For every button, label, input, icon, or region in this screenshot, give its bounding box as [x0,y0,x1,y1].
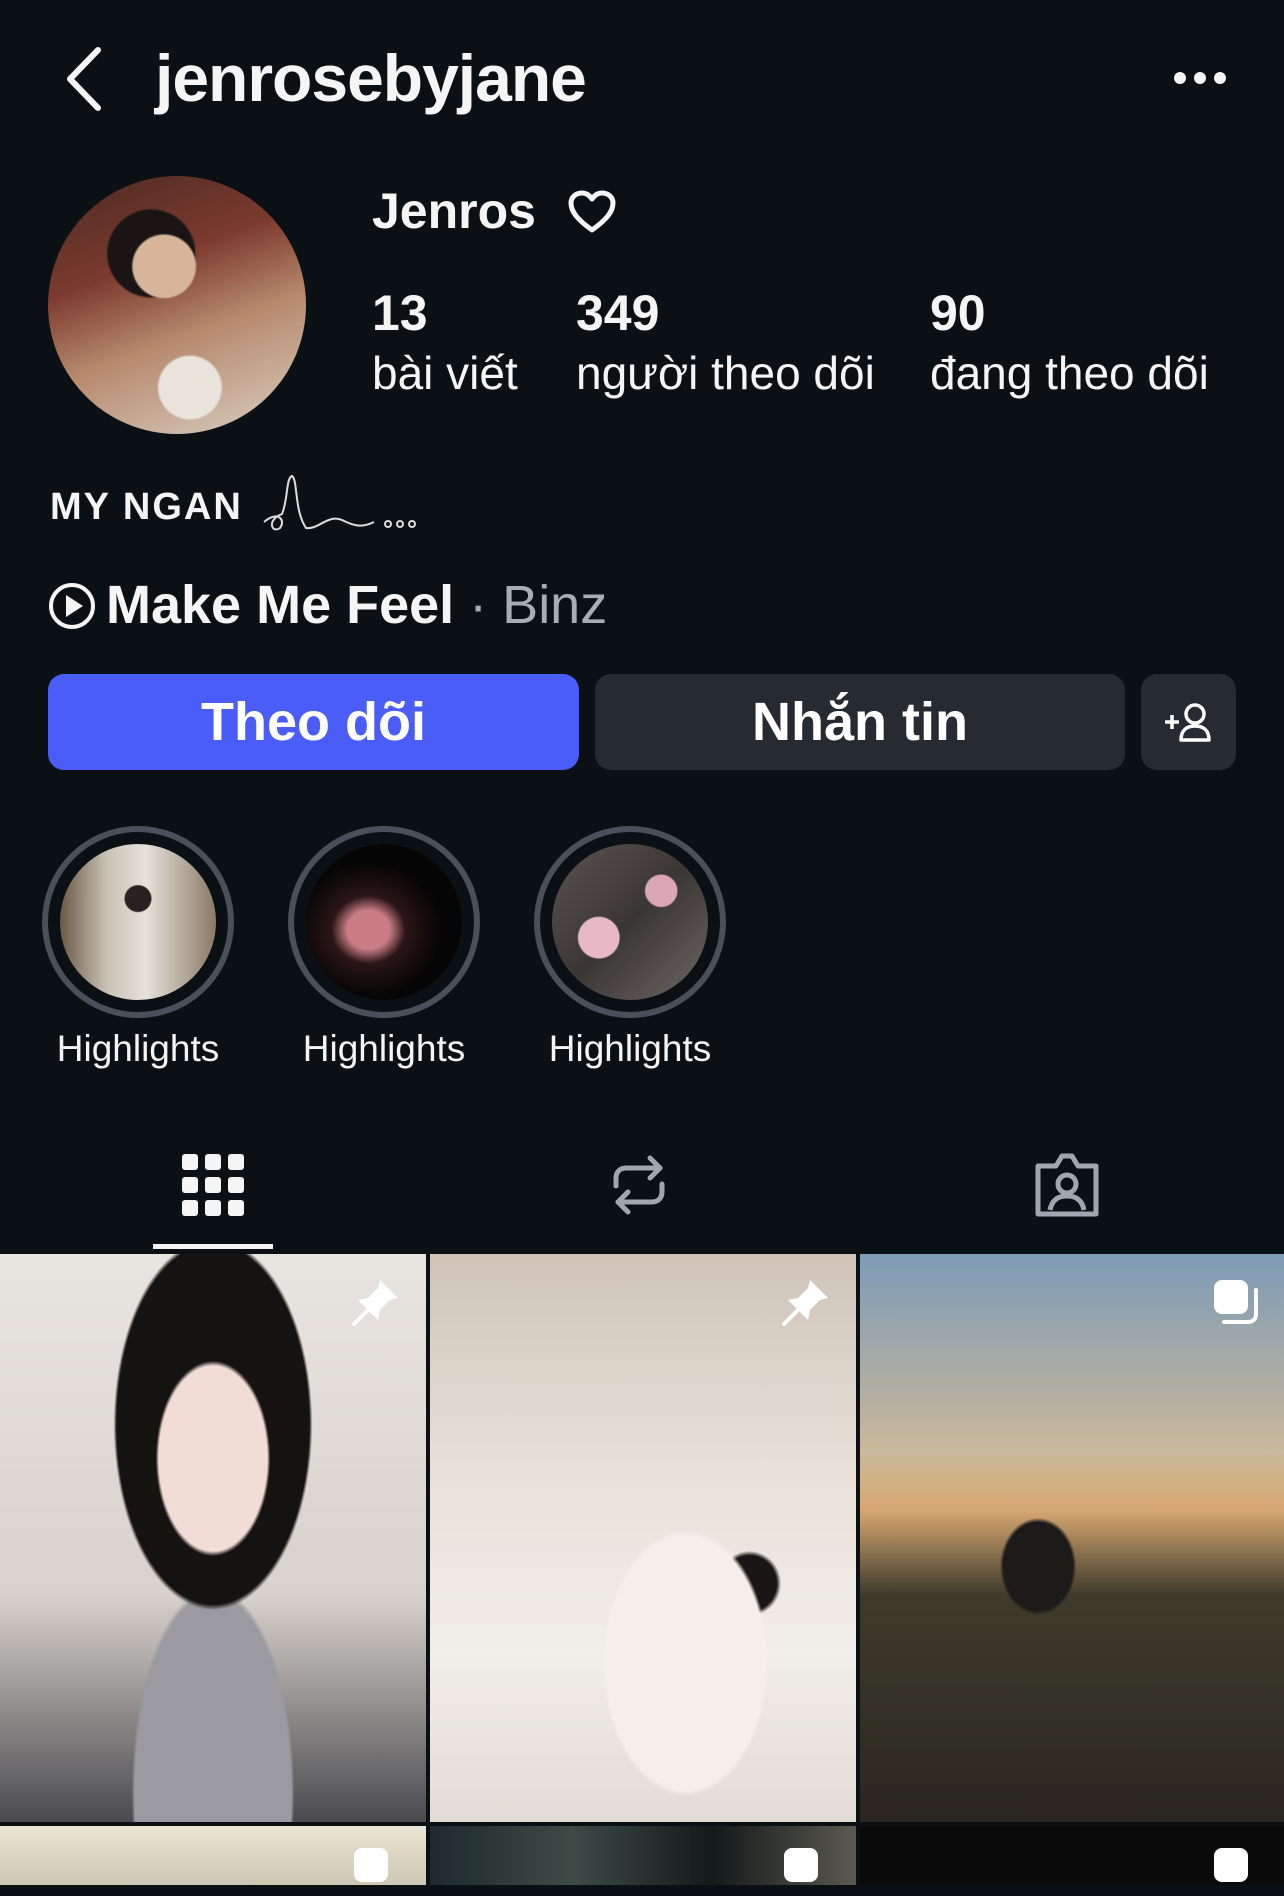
post-thumbnail-2[interactable] [430,1254,856,1822]
highlight-circle-3[interactable] [534,826,726,1018]
following-label[interactable]: đang theo dõi [930,346,1209,400]
carousel-icon [784,1848,818,1882]
song-artist: Binz [502,575,608,635]
highlight-thumbnail [306,844,462,1000]
music-separator: · [469,575,488,635]
add-person-icon [1164,703,1211,742]
display-name: Jenros [372,183,536,239]
highlight-label-3: Highlights [548,1028,712,1069]
highlight-thumbnail [552,844,708,1000]
highlight-circle-2[interactable] [288,826,480,1018]
back-chevron-icon[interactable] [60,44,110,114]
follow-button[interactable]: Theo dõi [48,674,579,770]
highlight-label-2: Highlights [302,1028,466,1069]
suggest-people-button[interactable] [1141,674,1236,770]
carousel-icon [1214,1280,1258,1324]
tagged-photos-icon[interactable] [1032,1150,1102,1220]
more-options-icon[interactable] [1170,58,1230,98]
following-count[interactable]: 90 [930,284,986,342]
reposts-icon[interactable] [604,1150,674,1220]
highlight-thumbnail [60,844,216,1000]
post-thumbnail-3[interactable] [860,1254,1284,1822]
posts-label: bài viết [372,347,518,399]
profile-music[interactable]: Make Me Feel · Binz [106,574,607,636]
carousel-icon [354,1848,388,1882]
highlight-circle-1[interactable] [42,826,234,1018]
bio-title: MY NGAN [50,486,243,528]
profile-avatar[interactable] [48,176,306,434]
play-circle-icon[interactable] [48,582,96,630]
pinned-icon [782,1280,828,1326]
followers-count[interactable]: 349 [576,284,659,342]
heart-icon [568,190,616,233]
message-button[interactable]: Nhắn tin [595,674,1125,770]
posts-grid-icon[interactable] [178,1150,248,1220]
carousel-icon [1214,1848,1248,1882]
highlight-label-1: Highlights [56,1028,220,1069]
post-thumbnail-1[interactable] [0,1254,426,1822]
posts-count: 13 [372,285,428,341]
pinned-icon [352,1280,398,1326]
followers-label[interactable]: người theo dõi [576,346,875,400]
bio-signature-doodle [263,474,416,531]
song-title: Make Me Feel [106,575,455,635]
profile-username: jenrosebyjane [155,41,587,115]
active-tab-indicator [153,1244,273,1249]
